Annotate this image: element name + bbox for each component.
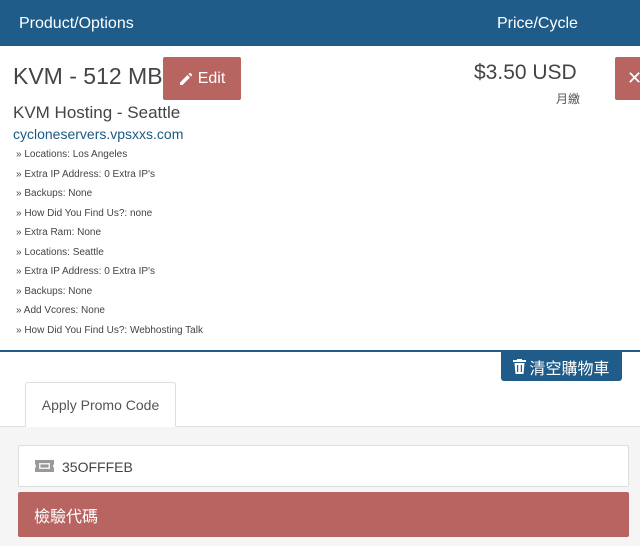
product-option-item: » Backups: None [16, 188, 93, 199]
trash-icon [513, 359, 527, 374]
remove-item-button[interactable]: ✕ [615, 57, 640, 100]
product-group-name: KVM Hosting - Seattle [13, 103, 181, 122]
validate-code-button[interactable]: 檢驗代碼 [18, 492, 629, 537]
billing-cycle: 月繳 [556, 92, 581, 106]
product-price: $3.50 USD [474, 61, 577, 84]
empty-cart-button[interactable]: 清空購物車 [501, 352, 622, 381]
product-option-item: » Extra IP Address: 0 Extra IP's [16, 168, 156, 180]
close-icon: ✕ [627, 68, 640, 88]
edit-product-button[interactable]: Edit [163, 57, 241, 100]
cart-table-header: Product/Options Price/Cycle [0, 0, 640, 46]
product-option-item: » How Did You Find Us?: Webhosting Talk [16, 324, 203, 336]
promo-code-value: 35OFFFEB [62, 459, 133, 475]
product-option-item: » Extra IP Address: 0 Extra IP's [16, 266, 156, 277]
product-option-item: » Backups: None [16, 285, 93, 297]
tab-apply-promo-code[interactable]: Apply Promo Code [25, 382, 176, 427]
product-option-item: » How Did You Find Us?: none [16, 207, 153, 219]
product-option-item: » Locations: Los Angeles [16, 149, 128, 160]
product-option-item: » Add Vcores: None [16, 305, 105, 316]
edit-button-label: Edit [197, 69, 226, 87]
product-options-list: » Locations: Los Angeles » Extra IP Addr… [16, 148, 203, 343]
promo-code-input[interactable]: 35OFFFEB [18, 445, 629, 487]
product-option-item: » Locations: Seattle [16, 246, 104, 258]
product-domain: cycloneservers.vpsxxs.com [13, 126, 184, 142]
validate-code-label: 檢驗代碼 [34, 508, 99, 526]
empty-cart-label: 清空購物車 [529, 360, 610, 378]
product-name: KVM - 512 MB [13, 63, 163, 89]
product-options-column-header: Product/Options [19, 15, 134, 32]
ticket-icon [35, 460, 54, 472]
product-option-item: » Extra Ram: None [16, 227, 102, 238]
price-cycle-column-header: Price/Cycle [497, 15, 578, 32]
pencil-icon [179, 72, 192, 85]
promo-tab-label: Apply Promo Code [41, 396, 160, 413]
